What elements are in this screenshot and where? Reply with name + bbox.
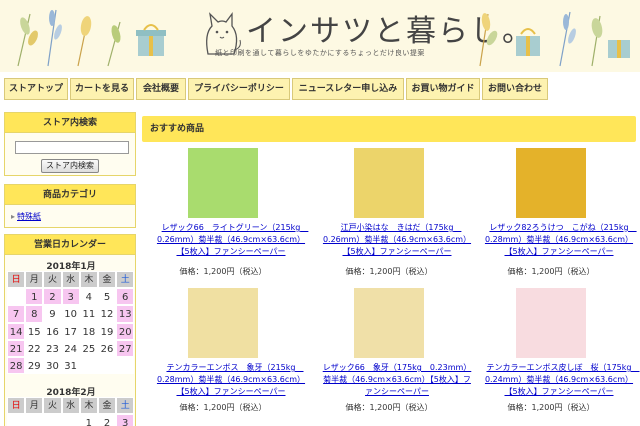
- calendar-grid-feb: 日月火水木金土 123: [7, 397, 135, 426]
- main-content: おすすめ商品 レザック66 ライトグリーン（215kg 0.26mm）菊半裁（4…: [142, 112, 640, 426]
- site-header: インサツと暮らし。 紙と印刷を通して暮らしをゆたかにするちょっとだけ良い提案: [0, 0, 640, 72]
- nav-privacy-policy[interactable]: プライバシーポリシー: [188, 78, 290, 100]
- calendar-day: 3: [61, 288, 80, 306]
- calendar-day: 7: [7, 305, 26, 323]
- calendar-day: 5: [97, 288, 117, 306]
- calendar-day: 19: [97, 322, 117, 340]
- product-image[interactable]: [188, 288, 258, 358]
- product-image[interactable]: [516, 288, 586, 358]
- calendar-day: 17: [61, 322, 80, 340]
- calendar-day: 1: [79, 414, 98, 426]
- calendar-day: 21: [7, 339, 26, 357]
- product-image[interactable]: [188, 148, 258, 218]
- calendar-day: 28: [7, 356, 26, 375]
- global-nav: ストアトップ カートを見る 会社概要 プライバシーポリシー ニュースレター申し込…: [0, 78, 640, 102]
- calendar-weekday-header: 火: [43, 397, 62, 415]
- calendar-day: 30: [43, 356, 62, 375]
- calendar-weekday-header: 日: [7, 397, 26, 415]
- calendar-weekday-header: 月: [25, 271, 44, 289]
- botanical-illustration-left: [17, 9, 166, 67]
- nav-contact[interactable]: お問い合わせ: [482, 78, 548, 100]
- product-price: 価格：1,200円（税込）: [179, 403, 267, 412]
- product-image[interactable]: [354, 148, 424, 218]
- calendar-day: 9: [43, 305, 62, 323]
- calendar-day: 29: [25, 356, 44, 375]
- calendar-empty-cell: [97, 356, 117, 375]
- calendar-day: 4: [79, 288, 98, 306]
- calendar-day: 11: [79, 305, 98, 323]
- product-price: 価格：1,200円（税込）: [507, 403, 595, 412]
- calendar-empty-cell: [79, 356, 98, 375]
- recommended-section-title: おすすめ商品: [142, 116, 636, 142]
- calendar-day: 10: [61, 305, 80, 323]
- category-title: 商品カテゴリ: [5, 185, 135, 205]
- nav-newsletter[interactable]: ニュースレター申し込み: [292, 78, 404, 100]
- nav-shopping-guide[interactable]: お買い物ガイド: [406, 78, 480, 100]
- calendar-title: 営業日カレンダー: [5, 235, 135, 255]
- store-search-input[interactable]: [15, 141, 129, 154]
- store-search-box: ストア内検索 ストア内検索: [4, 112, 136, 176]
- calendar-day: 25: [79, 339, 98, 357]
- product-name-link[interactable]: レザック66 象牙（175kg 0.23mm）菊半裁（46.9cm×63.6cm…: [322, 362, 472, 398]
- calendar-day: 23: [43, 339, 62, 357]
- calendar-day: 24: [61, 339, 80, 357]
- calendar-empty-cell: [43, 414, 62, 426]
- calendar-grid-jan: 日月火水木金土 1 2 3 4 5 6 7 8 9 10 11 12 13 14 15 16 17 18 19 20 21…: [7, 271, 135, 375]
- store-search-title: ストア内検索: [5, 113, 135, 133]
- business-calendar: 営業日カレンダー 2018年1月 日月火水木金土 1 2 3 4 5 6 7 8 9 10 11 12 1…: [4, 234, 136, 426]
- calendar-day: 6: [116, 288, 135, 306]
- store-search-button[interactable]: ストア内検索: [41, 159, 99, 173]
- calendar-day: 27: [116, 339, 135, 357]
- calendar-weekday-header: 金: [97, 397, 117, 415]
- calendar-empty-cell: [7, 414, 26, 426]
- calendar-weekday-header: 水: [61, 271, 80, 289]
- product-name-link[interactable]: テンカラーエンボス 象牙（215kg 0.28mm）菊半裁（46.9cm×63.…: [156, 362, 306, 398]
- calendar-weekday-header: 土: [116, 271, 135, 289]
- calendar-weekday-header: 木: [79, 271, 98, 289]
- calendar-empty-cell: [61, 414, 80, 426]
- calendar-day: 18: [79, 322, 98, 340]
- calendar-weekday-header: 金: [97, 271, 117, 289]
- product-name-link[interactable]: レザック66 ライトグリーン（215kg 0.26mm）菊半裁（46.9cm×6…: [156, 222, 308, 258]
- calendar-day: 26: [97, 339, 117, 357]
- product-price: 価格：1,200円（税込）: [507, 267, 595, 276]
- calendar-weekday-header: 土: [116, 397, 135, 415]
- calendar-day: 2: [97, 414, 117, 426]
- calendar-weekday-header: 日: [7, 271, 26, 289]
- category-box: 商品カテゴリ 特殊紙: [4, 184, 136, 228]
- calendar-empty-cell: [116, 356, 135, 375]
- product-price: 価格：1,200円（税込）: [179, 267, 267, 276]
- calendar-day: 22: [25, 339, 44, 357]
- nav-company[interactable]: 会社概要: [136, 78, 186, 100]
- product-name-link[interactable]: 江戸小染はな きはだ（175kg 0.26mm）菊半裁（46.9cm×63.6c…: [322, 222, 472, 258]
- calendar-day: 2: [43, 288, 62, 306]
- calendar-day: 1: [25, 288, 44, 306]
- calendar-day: 13: [116, 305, 135, 323]
- product-name-link[interactable]: テンカラーエンボス皮しぼ 桜（175kg 0.24mm）菊半裁（46.9cm×6…: [484, 362, 640, 398]
- product-price: 価格：1,200円（税込）: [345, 267, 433, 276]
- calendar-weekday-header: 火: [43, 271, 62, 289]
- sidebar: ストア内検索 ストア内検索 商品カテゴリ 特殊紙 営業日カレンダー 2018年1…: [0, 112, 138, 426]
- product-image[interactable]: [354, 288, 424, 358]
- calendar-day: 8: [25, 305, 44, 323]
- botanical-illustration-right: [479, 11, 630, 67]
- calendar-empty-cell: [7, 288, 26, 306]
- product-price: 価格：1,200円（税込）: [345, 403, 433, 412]
- product-name-link[interactable]: レザック82ろうけつ こがね（215kg 0.28mm）菊半裁（46.9cm×6…: [484, 222, 637, 258]
- calendar-day: 15: [25, 322, 44, 340]
- calendar-weekday-header: 木: [79, 397, 98, 415]
- calendar-day: 20: [116, 322, 135, 340]
- calendar-day: 3: [116, 414, 135, 426]
- calendar-day: 31: [61, 356, 80, 375]
- calendar-day: 12: [97, 305, 117, 323]
- calendar-weekday-header: 水: [61, 397, 80, 415]
- calendar-empty-cell: [25, 414, 44, 426]
- nav-view-cart[interactable]: カートを見る: [70, 78, 134, 100]
- calendar-day: 14: [7, 322, 26, 340]
- nav-store-top[interactable]: ストアトップ: [4, 78, 68, 100]
- product-image[interactable]: [516, 148, 586, 218]
- calendar-weekday-header: 月: [25, 397, 44, 415]
- category-link-special-paper[interactable]: 特殊紙: [11, 211, 41, 222]
- calendar-day: 16: [43, 322, 62, 340]
